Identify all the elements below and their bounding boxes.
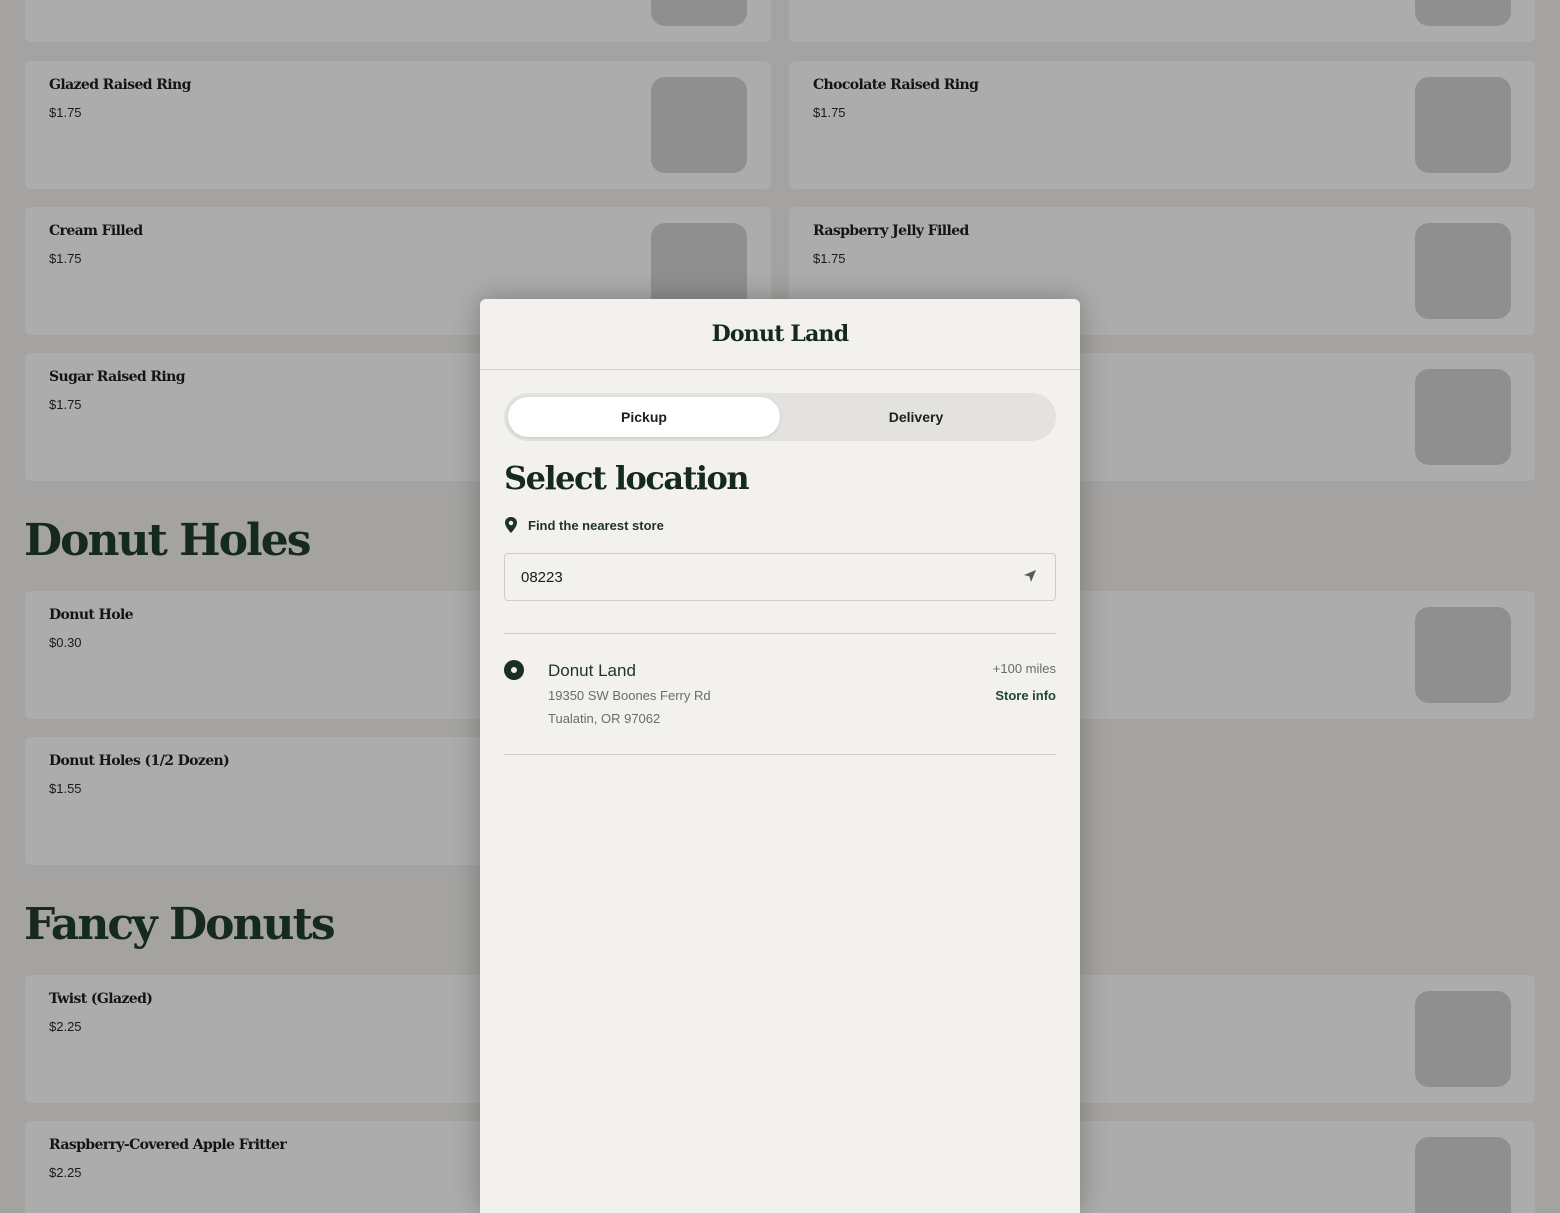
- tab-delivery[interactable]: Delivery: [780, 397, 1052, 437]
- item-price: $1.75: [49, 251, 82, 266]
- item-name: Donut Holes (1/2 Dozen): [49, 753, 230, 769]
- item-thumbnail: [1415, 77, 1511, 173]
- item-thumbnail: [1415, 369, 1511, 465]
- item-thumbnail: [1415, 223, 1511, 319]
- item-thumbnail: [1415, 1137, 1511, 1213]
- section-title: Fancy Donuts: [24, 899, 336, 950]
- item-price: $1.75: [813, 251, 846, 266]
- item-price: $2.25: [49, 1165, 82, 1180]
- menu-card[interactable]: Glazed Raised Ring $1.75: [25, 61, 771, 189]
- modal-title: Donut Land: [711, 321, 849, 347]
- order-mode-toggle: Pickup Delivery: [504, 393, 1056, 441]
- location-search-box: [504, 553, 1056, 601]
- item-thumbnail: [651, 0, 747, 26]
- item-name: Twist (Glazed): [49, 991, 153, 1007]
- menu-card[interactable]: [789, 0, 1535, 42]
- item-name: Raspberry Jelly Filled: [813, 223, 969, 239]
- find-nearest-label: Find the nearest store: [528, 517, 664, 533]
- store-address-line2: Tualatin, OR 97062: [548, 711, 661, 726]
- item-thumbnail: [651, 77, 747, 173]
- item-name: Glazed Raised Ring: [49, 77, 191, 93]
- section-title: Donut Holes: [24, 515, 312, 566]
- find-nearest-store-link[interactable]: Find the nearest store: [504, 517, 664, 533]
- store-radio-selected[interactable]: [504, 660, 524, 680]
- modal-header: Donut Land: [480, 299, 1080, 370]
- store-option[interactable]: Donut Land 19350 SW Boones Ferry Rd Tual…: [504, 633, 1056, 754]
- item-name: Cream Filled: [49, 223, 143, 239]
- item-name: Donut Hole: [49, 607, 134, 623]
- item-name: Chocolate Raised Ring: [813, 77, 979, 93]
- item-thumbnail: [1415, 0, 1511, 26]
- item-price: $2.25: [49, 1019, 82, 1034]
- locate-arrow-icon[interactable]: [1023, 569, 1037, 583]
- item-name: Sugar Raised Ring: [49, 369, 186, 385]
- divider: [504, 754, 1056, 755]
- location-pin-icon: [505, 517, 517, 533]
- item-price: $0.30: [49, 635, 82, 650]
- menu-card[interactable]: [25, 0, 771, 42]
- store-address-line1: 19350 SW Boones Ferry Rd: [548, 688, 711, 703]
- item-name: Raspberry-Covered Apple Fritter: [49, 1137, 287, 1153]
- tab-pickup[interactable]: Pickup: [508, 397, 780, 437]
- item-thumbnail: [1415, 991, 1511, 1087]
- store-name: Donut Land: [548, 661, 636, 680]
- location-modal: Donut Land Pickup Delivery Select locati…: [480, 299, 1080, 1213]
- location-search-input[interactable]: [521, 554, 1001, 600]
- item-thumbnail: [1415, 607, 1511, 703]
- menu-card[interactable]: Chocolate Raised Ring $1.75: [789, 61, 1535, 189]
- item-price: $1.75: [49, 397, 82, 412]
- select-location-heading: Select location: [504, 459, 750, 497]
- item-price: $1.75: [49, 105, 82, 120]
- store-info-link[interactable]: Store info: [995, 688, 1056, 703]
- store-distance: +100 miles: [992, 661, 1056, 676]
- item-price: $1.55: [49, 781, 82, 796]
- item-price: $1.75: [813, 105, 846, 120]
